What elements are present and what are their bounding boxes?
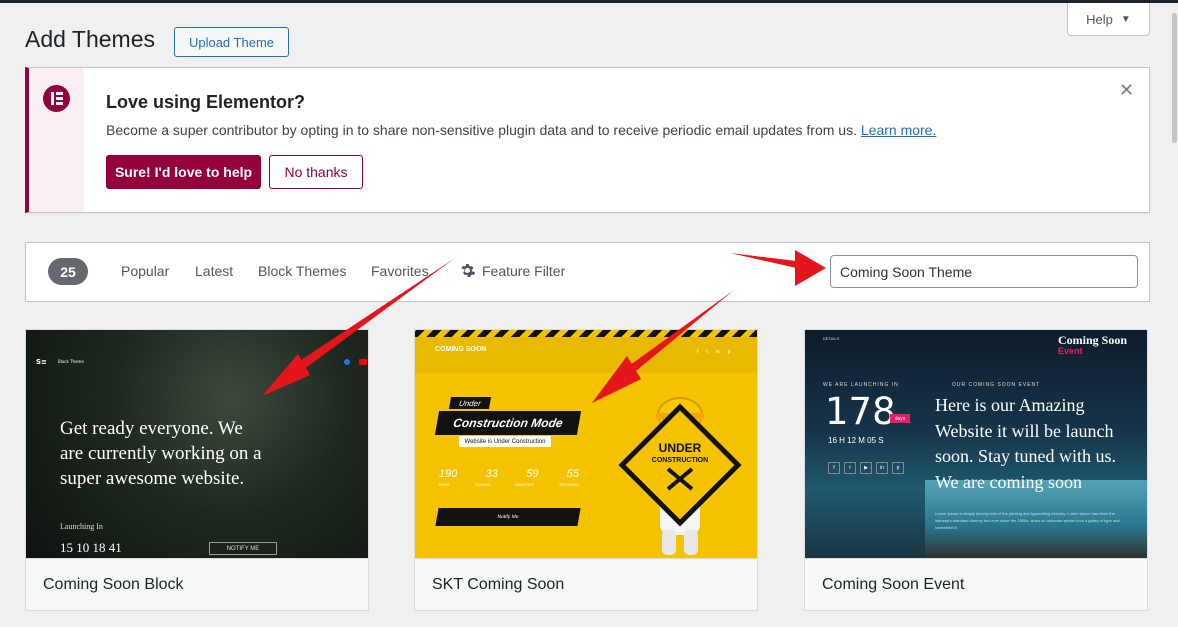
theme-card-skt-coming-soon[interactable]: COMING SOON f t in p Under Construction Mod…	[414, 329, 758, 611]
page-title: Add Themes	[25, 26, 155, 52]
theme-count-badge: 25	[48, 258, 88, 285]
preview-notify-button: Notify Me	[435, 508, 581, 526]
preview-headline: Here is our Amazing Website it will be l…	[935, 395, 1117, 492]
elementor-notice: Love using Elementor? Become a super con…	[25, 67, 1150, 213]
preview-countdown: 15 10 18 41	[60, 540, 122, 555]
no-thanks-button[interactable]: No thanks	[269, 155, 363, 189]
site-logo-icon: S≡	[36, 358, 47, 366]
notice-text: Become a super contributor by opting in …	[106, 122, 936, 138]
learn-more-link[interactable]: Learn more.	[861, 122, 936, 138]
theme-filter-bar: 25 Popular Latest Block Themes Favorites…	[25, 242, 1150, 302]
preview-body: Lorem Ipsum is simply dummy text of the …	[935, 511, 1120, 530]
label-minutes: MINUTES	[515, 482, 534, 487]
preview-notify-button: NOTIFY ME	[209, 542, 277, 555]
search-input[interactable]: Coming Soon Theme	[830, 255, 1138, 288]
tab-latest[interactable]: Latest	[195, 263, 233, 279]
preview-social-icons: f t in p	[697, 349, 731, 355]
construction-worker-icon: UNDER CONSTRUCTION	[618, 397, 742, 555]
caret-down-icon: ▼	[1120, 13, 1131, 25]
preview-sub: Website is Under Construction	[459, 436, 551, 447]
notice-title: Love using Elementor?	[106, 92, 306, 112]
tab-block-themes[interactable]: Block Themes	[258, 263, 346, 279]
notice-body: Become a super contributor by opting in …	[106, 122, 857, 138]
sign-line-1: UNDER	[659, 441, 702, 455]
preview-headline: Get ready everyone. We are currently wor…	[60, 418, 262, 489]
preview-days-label: days	[890, 414, 910, 423]
theme-name: SKT Coming Soon	[415, 558, 757, 610]
preview-brand: Block Theme	[58, 359, 84, 364]
elementor-logo-icon	[43, 85, 70, 112]
preview-launching: Launching In	[60, 522, 103, 531]
counter-hours: 33	[485, 468, 498, 480]
counter-days: 190	[439, 468, 458, 480]
close-icon[interactable]: ✕	[1119, 80, 1134, 101]
scrollbar[interactable]	[1171, 3, 1178, 627]
preview-counter-labels: DAYS HOURS MINUTES SECONDS	[439, 482, 579, 487]
label-days: DAYS	[439, 482, 450, 487]
notice-logo-column	[29, 68, 84, 212]
counter-seconds: 55	[566, 468, 579, 480]
theme-card-coming-soon-event[interactable]: DETAILS Coming Soon Event WE ARE LAUNCHI…	[804, 329, 1148, 611]
theme-name: Coming Soon Block	[26, 558, 368, 610]
help-button[interactable]: Help ▼	[1067, 3, 1150, 36]
sign-line-2: CONSTRUCTION	[652, 457, 708, 464]
hazard-stripe	[415, 330, 757, 337]
feature-filter-label: Feature Filter	[482, 262, 566, 279]
preview-social-icons: f t ▶ in p	[828, 462, 904, 474]
preview-logo: COMING SOON	[435, 346, 487, 353]
preview-header	[415, 337, 757, 373]
theme-screenshot[interactable]: COMING SOON f t in p Under Construction Mod…	[415, 330, 757, 558]
opt-in-button[interactable]: Sure! I'd love to help	[106, 155, 261, 189]
help-label: Help	[1086, 11, 1113, 27]
gear-icon	[461, 264, 476, 277]
label-hours: HOURS	[475, 482, 490, 487]
theme-name: Coming Soon Event	[805, 558, 1147, 610]
preview-counter: 190 33 59 55	[439, 468, 579, 480]
theme-screenshot[interactable]: S≡ Block Theme Get ready everyone. We ar…	[26, 330, 368, 558]
facebook-icon	[344, 359, 350, 365]
preview-launching: WE ARE LAUNCHING IN	[823, 382, 899, 388]
preview-days-count: 178	[825, 390, 896, 433]
feature-filter-button[interactable]: Feature Filter	[459, 262, 565, 279]
tab-favorites[interactable]: Favorites	[371, 263, 429, 279]
counter-minutes: 59	[526, 468, 539, 480]
preview-tag: Under	[448, 397, 492, 409]
preview-details: DETAILS	[823, 336, 840, 341]
preview-hms: 16 H 12 M 05 S	[828, 436, 884, 445]
label-seconds: SECONDS	[559, 482, 579, 487]
scrollbar-thumb[interactable]	[1172, 13, 1177, 143]
tab-popular[interactable]: Popular	[121, 263, 169, 279]
preview-headline: Construction Mode	[434, 411, 582, 435]
preview-event-label: OUR COMING SOON EVENT	[952, 382, 1041, 388]
theme-screenshot[interactable]: DETAILS Coming Soon Event WE ARE LAUNCHI…	[805, 330, 1147, 558]
admin-top-bar	[0, 0, 1178, 3]
upload-theme-button[interactable]: Upload Theme	[174, 27, 289, 57]
preview-brand-line2: Event	[1058, 346, 1083, 356]
theme-card-coming-soon-block[interactable]: S≡ Block Theme Get ready everyone. We ar…	[25, 329, 369, 611]
youtube-icon	[359, 359, 367, 365]
